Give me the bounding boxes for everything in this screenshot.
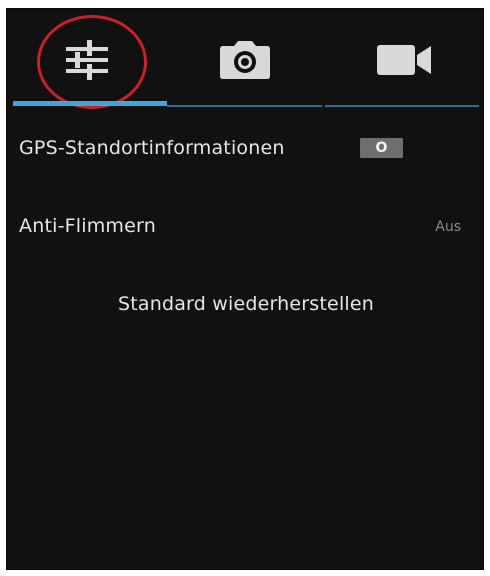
camera-settings-screen: GPS-Standortinformationen O Anti-Flimmer…: [6, 8, 484, 570]
tab-indicator: [167, 105, 322, 107]
reset-defaults-button[interactable]: Standard wiederherstellen: [7, 293, 485, 315]
anti-flicker-value[interactable]: Aus: [435, 219, 461, 235]
video-camera-icon: [376, 45, 431, 75]
tab-photo[interactable]: [167, 9, 322, 111]
tab-video[interactable]: [322, 9, 485, 111]
gps-toggle[interactable]: O: [360, 138, 403, 158]
tab-bar: [7, 9, 483, 111]
tab-indicator-active: [13, 101, 167, 106]
gps-setting-label[interactable]: GPS-Standortinformationen: [19, 137, 285, 159]
annotation-circle: [37, 15, 147, 109]
camera-icon: [219, 41, 270, 79]
anti-flicker-setting-label[interactable]: Anti-Flimmern: [19, 215, 156, 237]
tab-indicator: [325, 105, 479, 107]
